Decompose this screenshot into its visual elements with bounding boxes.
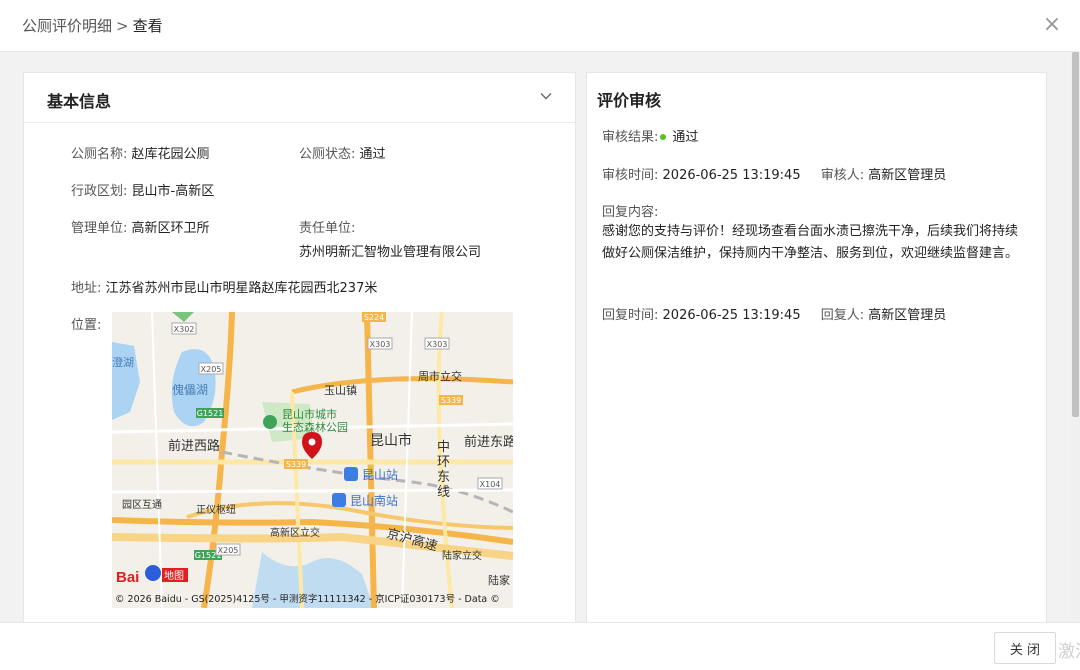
map-label-town: 玉山镇 [324,383,357,397]
location-field: 位置: [71,314,101,333]
reply-time-label: 回复时间: [602,308,659,323]
basic-info-header[interactable]: 基本信息 [24,73,575,123]
status-dot-icon [660,134,667,140]
address-field: 地址: 江苏省苏州市昆山市明星路赵库花园西北237米 [71,277,377,296]
map-label-g1521a: G1521 [197,409,224,418]
reply-content-label: 回复内容: [602,205,659,220]
toilet-status-label: 公厕状态: [299,147,356,162]
map-label-x205b: X205 [218,546,239,555]
review-time-value: 2026-06-25 13:19:45 [662,168,801,183]
basic-info-card: 基本信息 公厕名称: 赵库花园公厕 公厕状态: 通过 行政区划: 昆山市-高新区… [23,72,576,622]
review-result-row: 审核结果: 通过 [602,126,698,145]
toilet-status-value: 通过 [359,147,386,162]
map-label-lujia: 陆家 [488,573,510,587]
replier-label: 回复人: [820,308,865,323]
map-label-road-e: 前进东路 [464,434,513,450]
map-label-x303a: X303 [370,340,391,349]
map-label-s339a: S339 [441,396,461,405]
map-label-ring4: 线 [437,485,450,500]
map-label-gxq: 高新区立交 [270,526,320,539]
address-value: 江苏省苏州市昆山市明星路赵库花园西北237米 [105,281,378,296]
dialog-body: 基本信息 公厕名称: 赵库花园公厕 公厕状态: 通过 行政区划: 昆山市-高新区… [0,52,1080,622]
map-label-x104: X104 [480,480,501,489]
address-label: 地址: [71,281,102,296]
map-label-yuqu: 园区互通 [122,499,162,511]
map-label-park2: 生态森林公园 [282,420,348,434]
map-label-lake1: 澄湖 [112,355,134,369]
map-label-park: 昆山市城市 [282,407,337,421]
review-time-label: 审核时间: [602,168,659,183]
svg-text:地图: 地图 [164,569,184,582]
breadcrumb-parent[interactable]: 公厕评价明细 [22,17,112,35]
mgmt-unit-label: 管理单位: [71,221,128,236]
close-button[interactable]: 关 闭 [994,632,1056,664]
breadcrumb-separator: > [116,17,129,35]
toilet-name-field: 公厕名称: 赵库花园公厕 [71,143,210,162]
dialog-header: 公厕评价明细 > 查看 × [0,0,1080,52]
map-label-station1: 昆山站 [362,468,398,482]
reviewer-value: 高新区管理员 [868,168,947,183]
review-result-value: 通过 [672,130,699,145]
location-label: 位置: [71,318,102,333]
map-label-s224: S224 [364,313,384,322]
map-label-s339b: S339 [286,460,306,469]
map-label-zhengyi: 正仪枢纽 [196,503,236,516]
breadcrumb: 公厕评价明细 > 查看 [22,15,163,36]
map-label-station2: 昆山南站 [350,493,398,508]
location-map[interactable]: X302 X205 S224 X303 X303 S339 S339 G1521… [112,312,513,608]
review-title: 评价审核 [597,91,662,110]
svg-text:Bai: Bai [116,569,139,586]
review-card: 评价审核 审核结果: 通过 审核时间: 2026-06-25 13:19:45 审… [586,72,1047,622]
scrollbar-thumb[interactable] [1072,52,1079,417]
mgmt-unit-value: 高新区环卫所 [131,221,210,236]
resp-unit-field: 责任单位: 苏州明新汇智物业管理有限公司 [299,217,481,260]
mgmt-unit-field: 管理单位: 高新区环卫所 [71,217,210,236]
dialog-footer: 关 闭 激活 [0,622,1080,670]
district-field: 行政区划: 昆山市-高新区 [71,180,214,199]
basic-info-title: 基本信息 [47,92,112,111]
vertical-scrollbar[interactable] [1071,52,1080,622]
resp-unit-label: 责任单位: [299,221,356,236]
reply-time-value: 2026-06-25 13:19:45 [662,308,801,323]
map-label-lujia-ic: 陆家立交 [442,549,482,562]
map-label-interchange1: 周市立交 [418,369,462,383]
map-label-city: 昆山市 [370,432,412,449]
map-label-x303b: X303 [427,340,448,349]
map-label-ring3: 东 [437,470,450,485]
district-value: 昆山市-高新区 [131,184,215,199]
district-label: 行政区划: [71,184,128,199]
chevron-down-icon[interactable] [539,89,553,103]
review-time-row: 审核时间: 2026-06-25 13:19:45 审核人: 高新区管理员 [602,164,946,183]
toilet-name-value: 赵库花园公厕 [131,147,210,162]
reply-content-text: 感谢您的支持与评价！经现场查看台面水渍已擦洗干净，后续我们将持续做好公厕保洁维护… [602,224,1019,261]
reviewer-label: 审核人: [820,168,865,183]
map-label-lake2: 傀儡湖 [172,382,208,397]
reply-time-row: 回复时间: 2026-06-25 13:19:45 回复人: 高新区管理员 [602,304,946,323]
replier-value: 高新区管理员 [868,308,947,323]
close-icon[interactable]: × [1042,13,1062,37]
map-label-x302: X302 [174,325,195,334]
activation-watermark: 激活 [1058,642,1080,662]
toilet-name-label: 公厕名称: [71,147,128,162]
map-label-ring: 中 [437,440,450,455]
review-result-label: 审核结果: [602,130,659,145]
toilet-status-field: 公厕状态: 通过 [299,143,386,162]
map-label-road-w: 前进西路 [168,438,220,454]
breadcrumb-current: 查看 [132,17,163,35]
map-copyright: © 2026 Baidu - GS(2025)4125号 - 甲测资字11111… [115,593,500,605]
resp-unit-value: 苏州明新汇智物业管理有限公司 [299,245,482,260]
map-label-ring2: 环 [437,455,450,470]
map-label-x205a: X205 [201,365,222,374]
